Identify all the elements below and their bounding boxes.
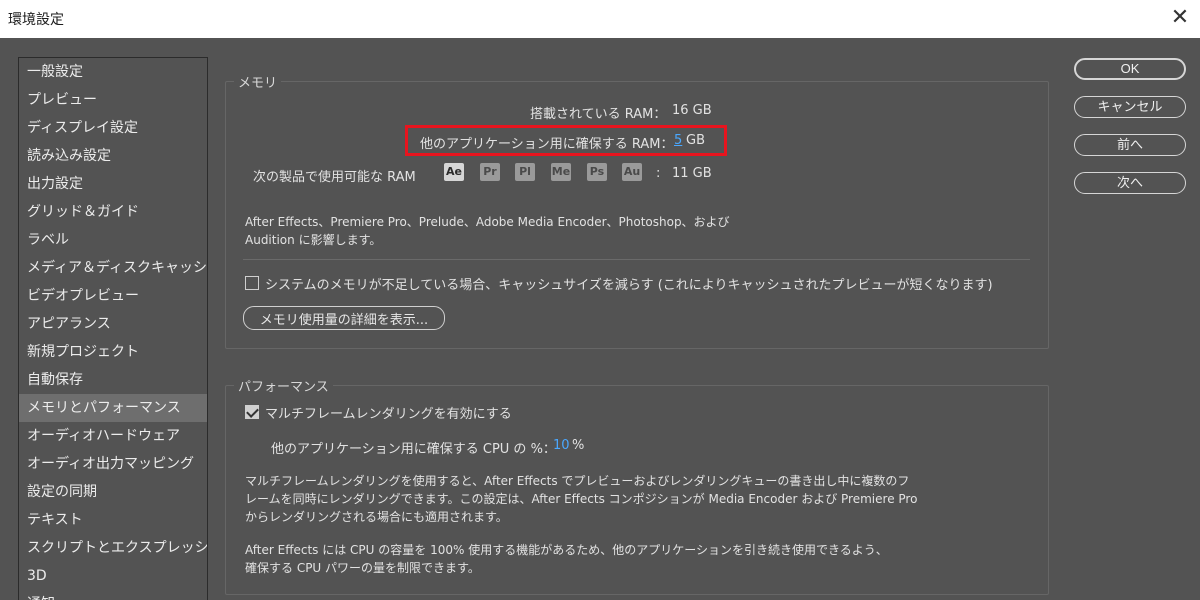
next-button[interactable]: 次へ [1074, 172, 1186, 194]
sidebar-item-auto-save[interactable]: 自動保存 [19, 366, 207, 394]
affected-apps-note-line2: Audition に影響します。 [245, 233, 382, 247]
app-badge-ps: Ps [587, 163, 607, 181]
available-ram-separator: : [656, 166, 661, 181]
app-badge-au: Au [622, 163, 642, 181]
app-badge-pr: Pr [480, 163, 500, 181]
sidebar-item-video-preview[interactable]: ビデオプレビュー [19, 282, 207, 310]
sidebar-item-output[interactable]: 出力設定 [19, 170, 207, 198]
sidebar-item-grids-guides[interactable]: グリッド＆ガイド [19, 198, 207, 226]
reserved-ram-input[interactable]: 5 [674, 133, 682, 148]
ok-button[interactable]: OK [1074, 58, 1186, 80]
available-ram-value: 11 GB [672, 166, 712, 181]
installed-ram-label: 搭載されている RAM： [530, 107, 667, 122]
cpu-reserve-unit: % [572, 438, 585, 453]
multiframe-desc-line2: レームを同時にレンダリングできます。この設定は、After Effects コン… [245, 492, 918, 506]
reserved-ram-label: 他のアプリケーション用に確保する RAM： [420, 137, 674, 152]
cpu-reserve-input[interactable]: 10 [553, 438, 570, 453]
available-ram-label: 次の製品で使用可能な RAM [253, 170, 416, 185]
performance-panel-title: パフォーマンス [234, 376, 333, 395]
sidebar-item-type[interactable]: テキスト [19, 506, 207, 534]
installed-ram-value: 16 GB [672, 103, 712, 118]
sidebar-item-new-project[interactable]: 新規プロジェクト [19, 338, 207, 366]
cpu-reserve-label: 他のアプリケーション用に確保する CPU の %： [271, 442, 556, 457]
multiframe-desc-line3: からレンダリングされる場合にも適用されます。 [245, 510, 508, 524]
sidebar-item-scripting-expressions[interactable]: スクリプトとエクスプレッション [19, 534, 207, 562]
sidebar-item-memory-performance[interactable]: メモリとパフォーマンス [19, 394, 207, 422]
sidebar-item-sync-settings[interactable]: 設定の同期 [19, 478, 207, 506]
title-bar: 環境設定 ✕ [0, 0, 1200, 38]
multiframe-checkbox[interactable] [245, 405, 259, 419]
cpu-desc-line2: 確保する CPU パワーの量を制限できます。 [245, 561, 480, 575]
multiframe-desc-line1: マルチフレームレンダリングを使用すると、After Effects でプレビュー… [245, 474, 910, 488]
cpu-desc-line1: After Effects には CPU の容量を 100% 使用する機能がある… [245, 543, 888, 557]
sidebar-item-appearance[interactable]: アピアランス [19, 310, 207, 338]
sidebar-item-audio-output-mapping[interactable]: オーディオ出力マッピング [19, 450, 207, 478]
sidebar-item-general[interactable]: 一般設定 [19, 58, 207, 86]
reduce-cache-label: システムのメモリが不足している場合、キャッシュサイズを減らす (これによりキャッ… [265, 278, 993, 293]
preferences-sidebar: 一般設定 プレビュー ディスプレイ設定 読み込み設定 出力設定 グリッド＆ガイド… [18, 57, 208, 600]
window-title: 環境設定 [8, 12, 64, 28]
app-badge-pl: Pl [515, 163, 535, 181]
memory-details-button[interactable]: メモリ使用量の詳細を表示... [243, 306, 445, 330]
app-badge-ae: Ae [444, 163, 464, 181]
multiframe-label: マルチフレームレンダリングを有効にする [265, 407, 512, 422]
sidebar-item-media-cache[interactable]: メディア＆ディスクキャッシュ [19, 254, 207, 282]
sidebar-item-labels[interactable]: ラベル [19, 226, 207, 254]
close-icon[interactable]: ✕ [1166, 4, 1194, 32]
affected-apps-note-line1: After Effects、Premiere Pro、Prelude、Adobe… [245, 215, 730, 229]
memory-divider [243, 259, 1030, 260]
reduce-cache-checkbox[interactable] [245, 276, 259, 290]
sidebar-item-audio-hardware[interactable]: オーディオハードウェア [19, 422, 207, 450]
previous-button[interactable]: 前へ [1074, 134, 1186, 156]
sidebar-item-notifications[interactable]: 通知 [19, 590, 207, 600]
sidebar-item-import[interactable]: 読み込み設定 [19, 142, 207, 170]
reserved-ram-unit: GB [686, 133, 705, 148]
app-badge-me: Me [551, 163, 571, 181]
sidebar-item-display[interactable]: ディスプレイ設定 [19, 114, 207, 142]
sidebar-item-3d[interactable]: 3D [19, 562, 207, 590]
memory-panel-title: メモリ [234, 72, 282, 91]
cancel-button[interactable]: キャンセル [1074, 96, 1186, 118]
sidebar-item-previews[interactable]: プレビュー [19, 86, 207, 114]
